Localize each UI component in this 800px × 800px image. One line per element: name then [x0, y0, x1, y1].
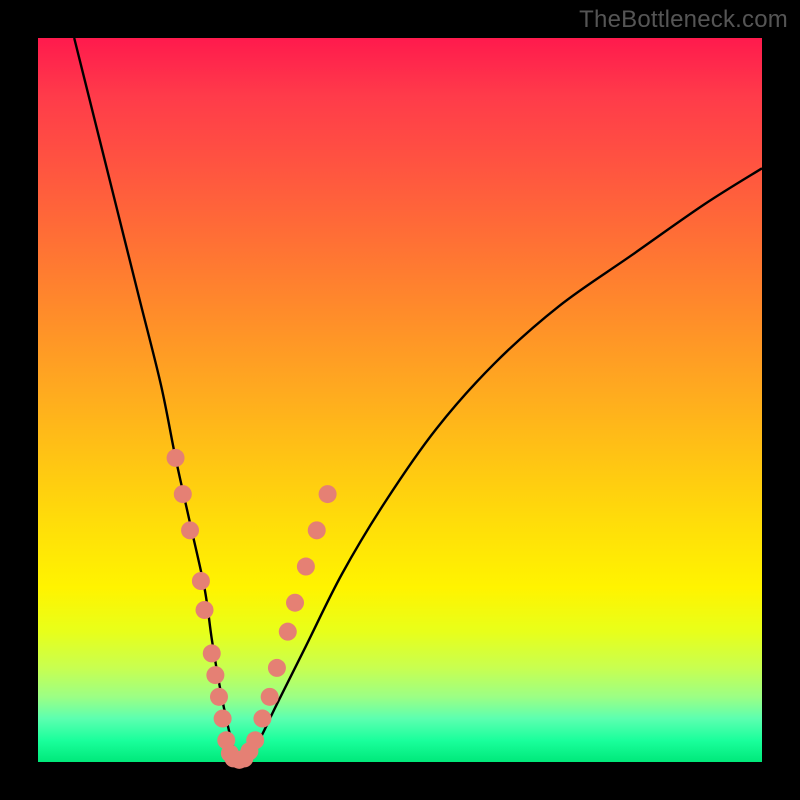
scatter-dot [279, 623, 297, 641]
plot-area [38, 38, 762, 762]
scatter-dot [214, 710, 232, 728]
scatter-dot [181, 521, 199, 539]
chart-frame: TheBottleneck.com [0, 0, 800, 800]
chart-svg [38, 38, 762, 762]
scatter-dot [196, 601, 214, 619]
scatter-dot [261, 688, 279, 706]
scatter-dot [297, 558, 315, 576]
scatter-dot [286, 594, 304, 612]
scatter-dot [319, 485, 337, 503]
bottleneck-curve [74, 38, 762, 762]
scatter-dots [167, 449, 337, 769]
watermark-text: TheBottleneck.com [579, 6, 788, 34]
scatter-dot [167, 449, 185, 467]
scatter-dot [268, 659, 286, 677]
scatter-dot [308, 521, 326, 539]
scatter-dot [246, 731, 264, 749]
scatter-dot [192, 572, 210, 590]
scatter-dot [253, 710, 271, 728]
scatter-dot [210, 688, 228, 706]
scatter-dot [174, 485, 192, 503]
scatter-dot [203, 644, 221, 662]
scatter-dot [206, 666, 224, 684]
